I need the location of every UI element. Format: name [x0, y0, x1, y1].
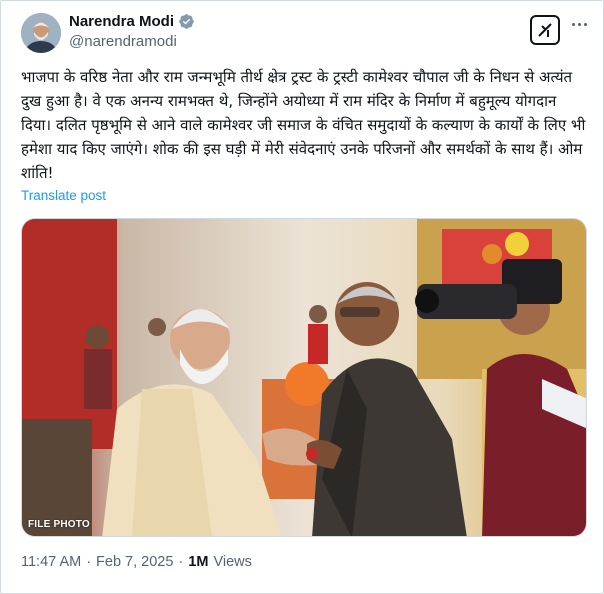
views-label: Views: [213, 554, 252, 570]
meta-separator-2: ·: [178, 554, 184, 570]
grok-logo-icon[interactable]: [530, 15, 560, 45]
views-count: 1M: [188, 554, 209, 570]
author-handle[interactable]: @narendramodi: [69, 33, 177, 50]
author-name[interactable]: Narendra Modi: [69, 13, 174, 30]
tweet-card: Narendra Modi @narendramodi भाजपा के वरि…: [0, 0, 604, 594]
photo-illustration: [22, 219, 586, 536]
more-horizontal-icon[interactable]: [566, 11, 592, 37]
avatar[interactable]: [21, 13, 61, 53]
translate-post-link[interactable]: Translate post: [21, 188, 106, 203]
tweet-photo[interactable]: FILE PHOTO: [21, 218, 587, 537]
tweet-time[interactable]: 11:47 AM: [21, 554, 81, 570]
author-name-row[interactable]: Narendra Modi: [69, 13, 195, 30]
tweet-text: भाजपा के वरिष्ठ नेता और राम जन्मभूमि तीर…: [21, 68, 586, 182]
verified-badge-icon: [178, 13, 195, 30]
file-photo-label: FILE PHOTO: [28, 519, 90, 530]
tweet-date[interactable]: Feb 7, 2025: [96, 554, 173, 570]
meta-separator: ·: [86, 554, 92, 570]
tweet-meta: 11:47 AM · Feb 7, 2025 · 1M Views: [21, 554, 252, 570]
